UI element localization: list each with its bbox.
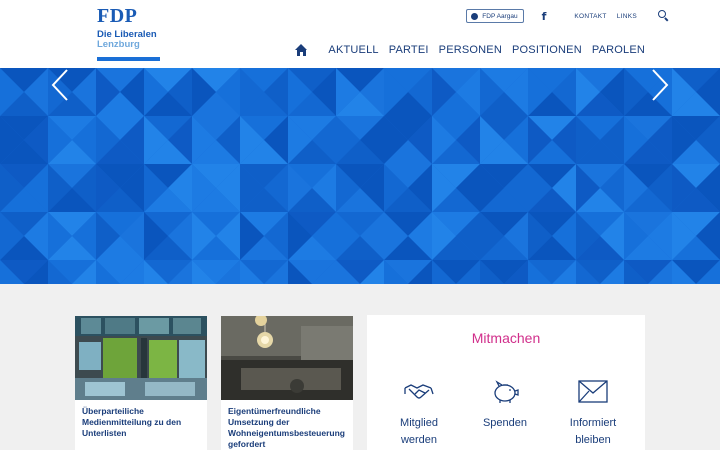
main-nav: AKTUELL PARTEI PERSONEN POSITIONEN PAROL…: [295, 42, 645, 58]
chevron-left-icon[interactable]: [50, 68, 70, 102]
mitglied-werden-link[interactable]: Mitglied werden: [382, 379, 456, 449]
kontakt-link[interactable]: KONTAKT: [574, 13, 606, 20]
nav-item-partei[interactable]: PARTEI: [389, 44, 429, 56]
news-card[interactable]: Überparteiliche Medienmitteilung zu den …: [75, 316, 207, 450]
mitmachen-panel: Mitmachen Mitglied werden Spenden Inform…: [367, 315, 645, 450]
piggy-bank-icon: [494, 380, 519, 403]
news-card-image: [75, 316, 207, 400]
logo-title: FDP: [97, 5, 138, 27]
news-card[interactable]: Eigentümerfreundliche Umsetzung der Wohn…: [221, 316, 353, 450]
region-button[interactable]: FDP Aargau: [466, 9, 524, 23]
content-area: Überparteiliche Medienmitteilung zu den …: [0, 284, 720, 450]
top-links: FDP Aargau f KONTAKT LINKS: [466, 8, 669, 24]
globe-icon: [471, 12, 479, 20]
nav-item-personen[interactable]: PERSONEN: [439, 44, 502, 56]
mitglied-label-1: Mitglied: [400, 417, 438, 429]
nav-item-parolen[interactable]: PAROLEN: [592, 44, 645, 56]
site-header: FDP Die Liberalen Lenzburg FDP Aargau f …: [0, 0, 720, 68]
nav-item-positionen[interactable]: POSITIONEN: [512, 44, 582, 56]
chevron-right-icon[interactable]: [650, 68, 670, 102]
informiert-label-2: bleiben: [575, 434, 611, 446]
mitglied-label-2: werden: [400, 434, 438, 446]
hero-pattern: [0, 68, 720, 284]
logo-underline: [97, 57, 160, 61]
region-button-label: FDP Aargau: [482, 12, 518, 20]
informiert-label-1: Informiert: [569, 417, 617, 429]
handshake-icon: [404, 384, 434, 399]
mitmachen-title: Mitmachen: [471, 330, 541, 346]
nav-item-aktuell[interactable]: AKTUELL: [328, 44, 378, 56]
search-icon[interactable]: [658, 10, 669, 22]
informiert-bleiben-link[interactable]: Informiert bleiben: [556, 379, 630, 449]
logo[interactable]: FDP Die Liberalen Lenzburg: [97, 6, 161, 61]
facebook-icon[interactable]: f: [542, 10, 547, 23]
news-card-caption: Eigentümerfreundliche Umsetzung der Wohn…: [228, 406, 345, 449]
envelope-icon: [578, 380, 608, 403]
hero-slider: [0, 68, 720, 284]
home-icon[interactable]: [295, 44, 308, 56]
news-card-image: [221, 316, 353, 400]
spenden-label: Spenden: [482, 417, 528, 429]
spenden-link[interactable]: Spenden: [468, 379, 542, 432]
links-link[interactable]: LINKS: [617, 13, 637, 20]
news-card-caption: Überparteiliche Medienmitteilung zu den …: [82, 406, 182, 438]
logo-location: Lenzburg: [97, 39, 140, 50]
